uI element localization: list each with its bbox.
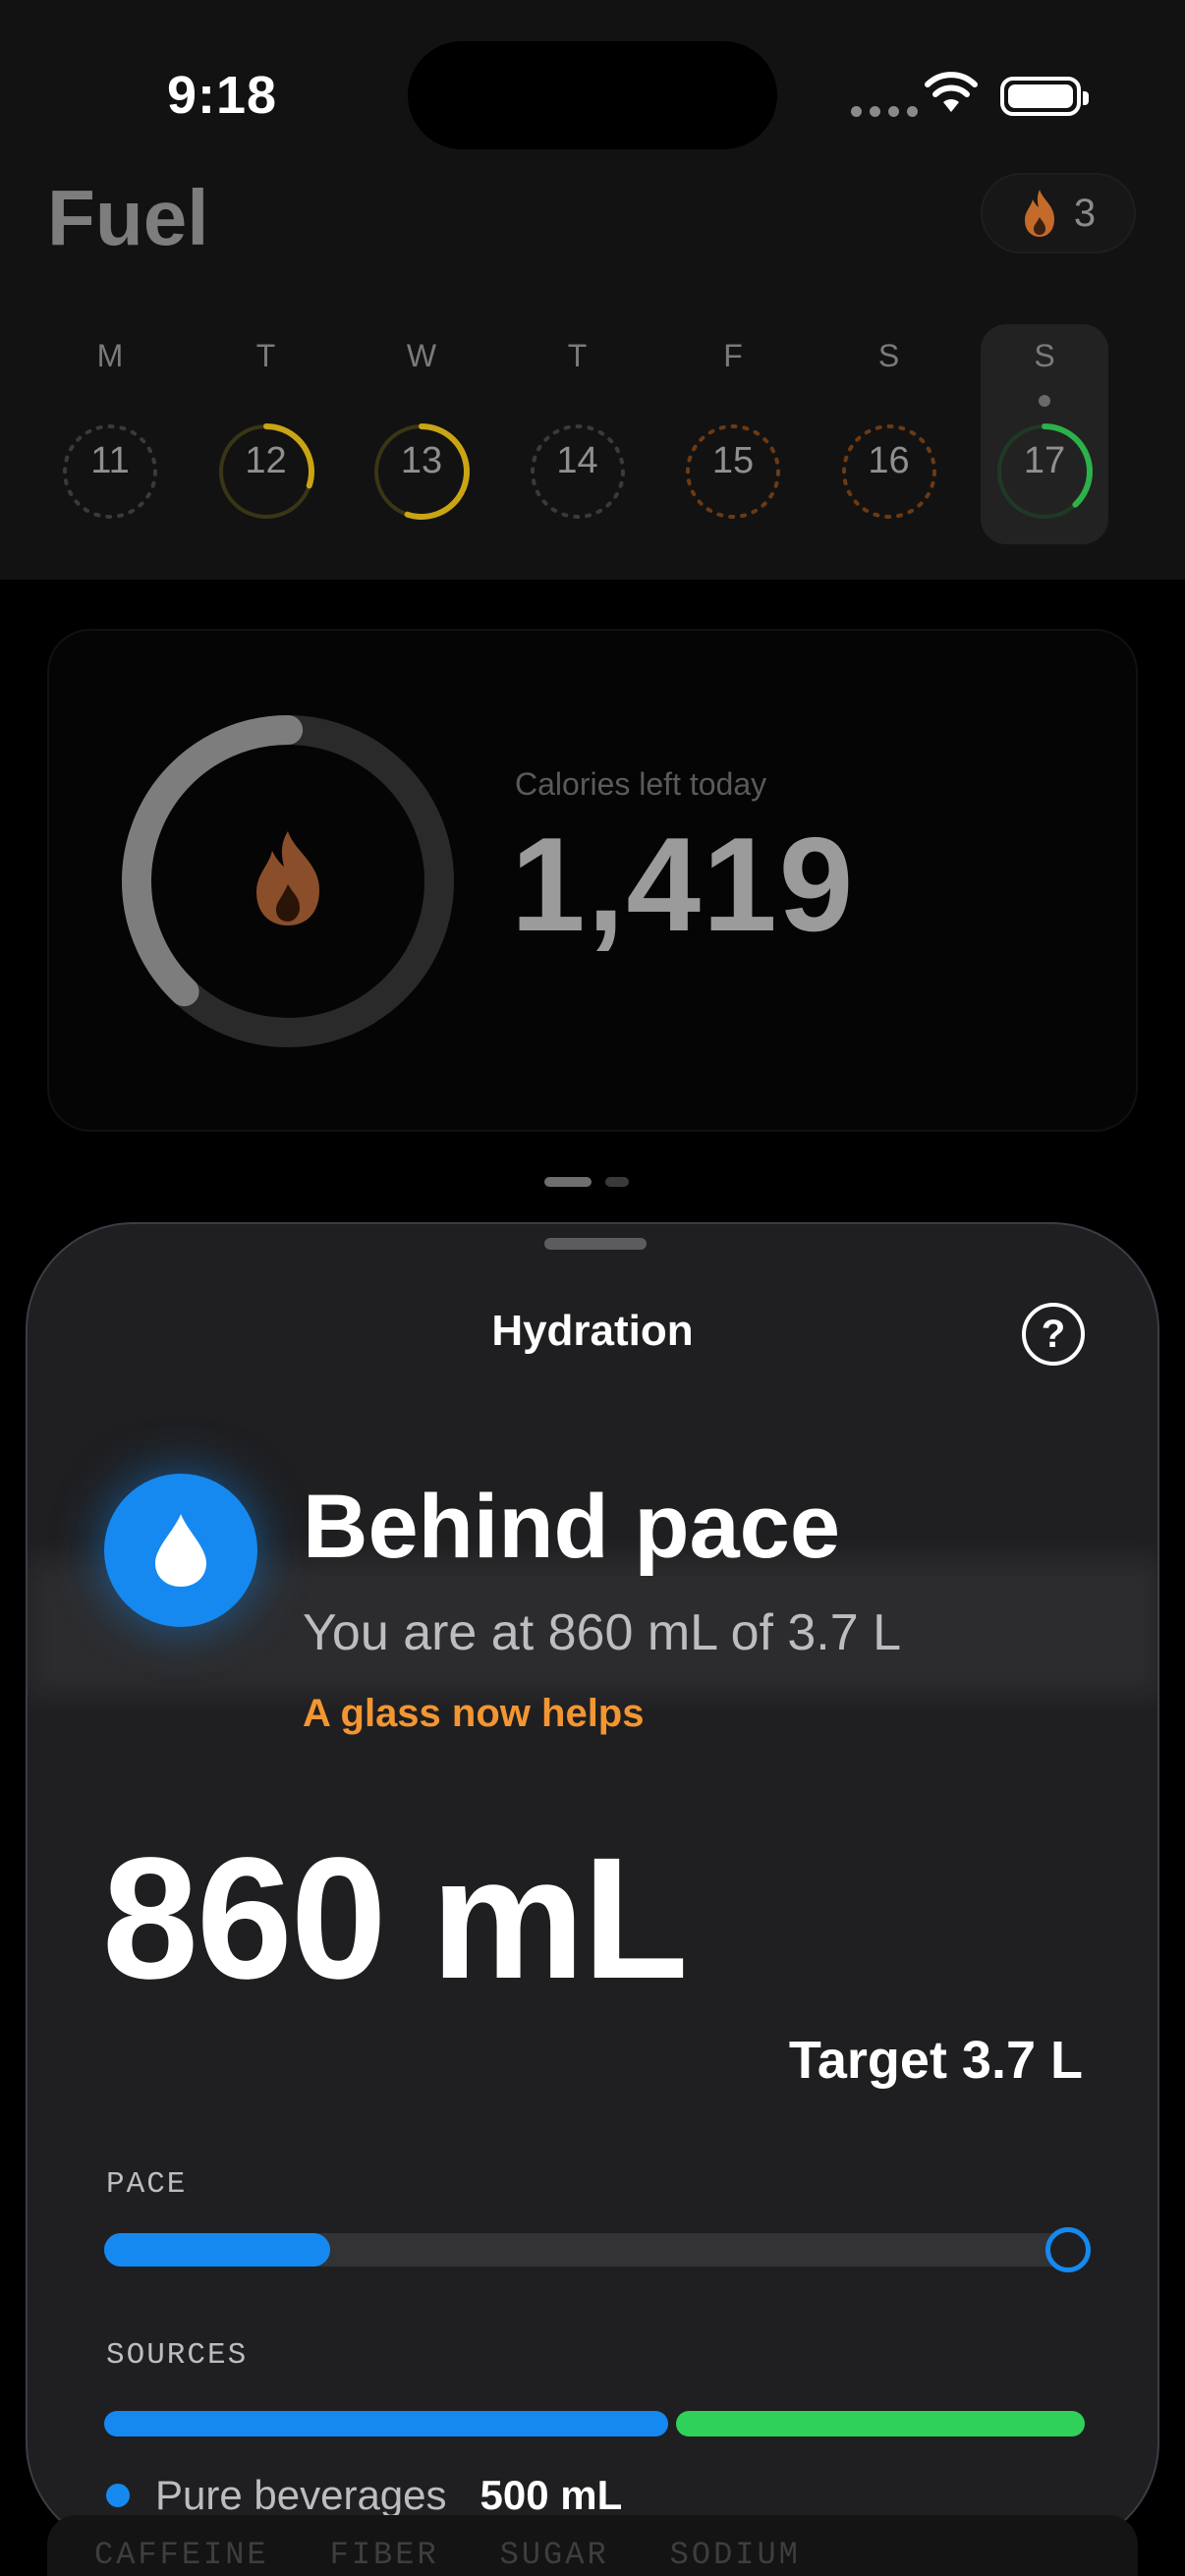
day-letter: S bbox=[877, 338, 900, 373]
app-screen: 9:18 Fuel 3 M 11 T 12 W 13 T 14 F 15 S 16 S 17 bbox=[0, 0, 1185, 2576]
day-number: 16 bbox=[868, 440, 910, 481]
day-number: 17 bbox=[1023, 440, 1066, 481]
day-14[interactable]: T 14 bbox=[514, 324, 642, 550]
hydration-value: 860 mL bbox=[102, 1822, 689, 2015]
day-17[interactable]: S 17 bbox=[981, 324, 1108, 544]
battery-icon bbox=[1000, 77, 1089, 116]
day-number: 15 bbox=[711, 440, 755, 481]
app-title: Fuel bbox=[47, 174, 209, 261]
flame-icon bbox=[1024, 190, 1054, 237]
streak-count: 3 bbox=[1073, 191, 1097, 235]
hydration-target: Target 3.7 L bbox=[788, 2031, 1083, 2090]
pace-hint: A glass now helps bbox=[303, 1692, 645, 1735]
day-11[interactable]: M 11 bbox=[46, 324, 174, 550]
day-15[interactable]: F 15 bbox=[669, 324, 797, 550]
calories-card[interactable]: Calories left today 1,419 bbox=[47, 629, 1138, 1132]
nutrient-label: CAFFEINE bbox=[94, 2537, 269, 2573]
week-strip: M 11 T 12 W 13 T 14 F 15 S 16 S 17 bbox=[47, 324, 1138, 560]
sources-label: SOURCES bbox=[106, 2338, 249, 2373]
sources-bar-other bbox=[676, 2411, 1085, 2436]
sources-bar bbox=[104, 2411, 1085, 2436]
calories-value: 1,419 bbox=[511, 810, 856, 959]
day-letter: F bbox=[723, 338, 743, 373]
day-16[interactable]: S 16 bbox=[825, 324, 953, 550]
sheet-grabber[interactable] bbox=[544, 1238, 647, 1250]
nutrient-label: SODIUM bbox=[669, 2537, 801, 2573]
pace-status-title: Behind pace bbox=[303, 1477, 841, 1577]
sources-legend-item: Pure beverages 500 mL bbox=[106, 2472, 622, 2519]
status-time: 9:18 bbox=[167, 66, 278, 125]
day-letter: T bbox=[255, 338, 276, 373]
day-12[interactable]: T 12 bbox=[202, 324, 330, 550]
question-icon: ? bbox=[1041, 1312, 1066, 1356]
pace-label: PACE bbox=[106, 2167, 188, 2202]
page-dot-active bbox=[544, 1177, 592, 1187]
day-letter: M bbox=[96, 338, 124, 373]
day-number: 14 bbox=[556, 440, 598, 481]
nutrient-label: FIBER bbox=[329, 2537, 439, 2573]
day-number: 11 bbox=[90, 440, 130, 481]
calories-label: Calories left today bbox=[515, 766, 767, 802]
pace-bar bbox=[104, 2227, 1091, 2272]
water-drop-icon bbox=[155, 1514, 206, 1587]
pace-bar-fill bbox=[104, 2233, 330, 2267]
pace-goal-marker bbox=[1045, 2227, 1091, 2272]
header: Fuel 3 M 11 T 12 W 13 T 14 F 15 S 16 S 17 bbox=[0, 167, 1185, 580]
nutrient-labels: CAFFEINE FIBER SUGAR SODIUM bbox=[94, 2537, 801, 2573]
day-letter: W bbox=[406, 338, 437, 373]
hydration-sheet[interactable]: Hydration ? Behind pace You are at 860 m… bbox=[26, 1222, 1159, 2550]
source-name: Pure beverages bbox=[155, 2472, 447, 2518]
day-number: 12 bbox=[245, 440, 287, 481]
streak-badge[interactable]: 3 bbox=[981, 173, 1136, 253]
help-button[interactable]: ? bbox=[1022, 1303, 1085, 1366]
day-13[interactable]: W 13 bbox=[358, 324, 485, 550]
sheet-title: Hydration bbox=[491, 1307, 694, 1355]
cellular-signal-icon bbox=[851, 106, 918, 117]
flame-icon bbox=[256, 831, 319, 925]
legend-dot bbox=[106, 2484, 130, 2507]
water-drop-badge bbox=[104, 1474, 257, 1627]
pace-status-subtitle: You are at 860 mL of 3.7 L bbox=[303, 1604, 902, 1661]
day-letter: S bbox=[1034, 338, 1055, 373]
sources-bar-beverages bbox=[104, 2411, 669, 2436]
source-value: 500 mL bbox=[480, 2472, 623, 2518]
today-indicator bbox=[1039, 395, 1050, 407]
dynamic-island bbox=[408, 41, 777, 149]
wifi-icon bbox=[925, 72, 978, 112]
day-number: 13 bbox=[400, 440, 443, 481]
day-letter: T bbox=[567, 338, 588, 373]
nutrients-card-peek: CAFFEINE FIBER SUGAR SODIUM bbox=[47, 2515, 1138, 2576]
nutrient-label: SUGAR bbox=[499, 2537, 609, 2573]
status-bar: 9:18 bbox=[0, 0, 1185, 167]
page-dot bbox=[605, 1177, 629, 1187]
page-indicator[interactable] bbox=[544, 1177, 629, 1187]
